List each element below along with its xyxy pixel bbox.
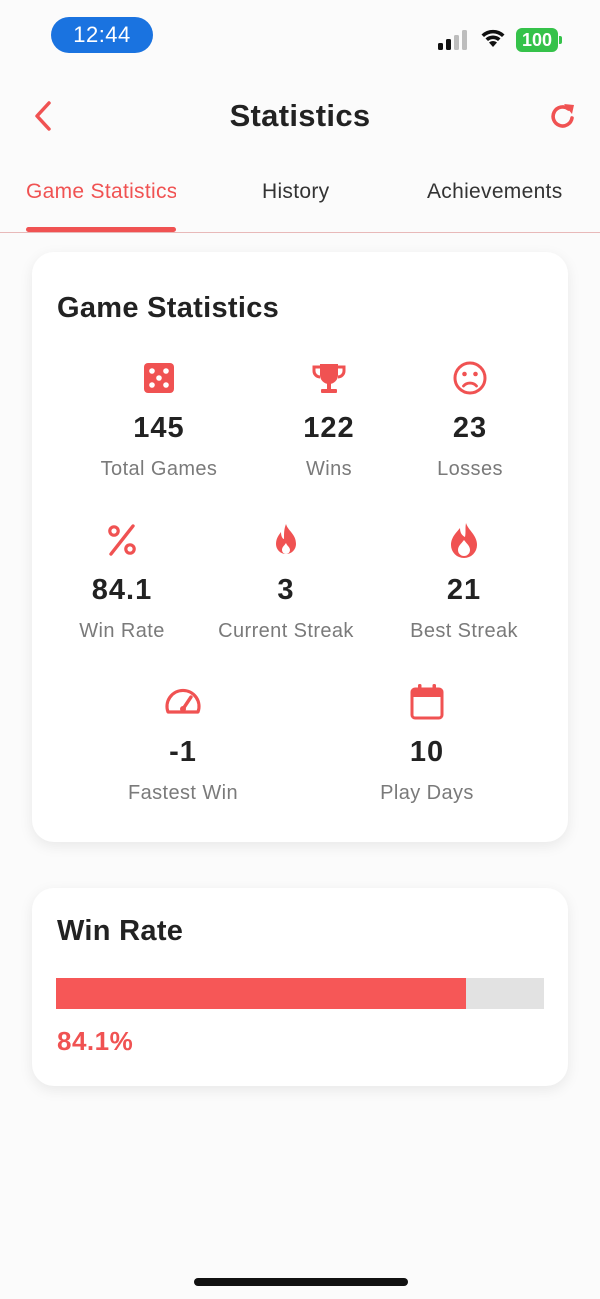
stat-label: Win Rate [79,620,165,642]
tab-bar: Game Statistics History Achievements [0,160,600,233]
stat-value: 3 [277,574,295,606]
stat-win-rate: 84.1 Win Rate [37,520,207,643]
app-header: Statistics [0,80,600,152]
game-statistics-title: Game Statistics [57,292,280,324]
stat-label: Play Days [380,782,474,804]
stat-total-games: 145 Total Games [74,358,244,481]
stat-value: 21 [446,574,482,606]
game-statistics-card: Game Statistics 145 Total Games 122 Wins [32,252,568,842]
tab-game-statistics[interactable]: Game Statistics [26,180,176,220]
fire-icon [276,524,296,554]
stat-label: Total Games [100,458,218,480]
dice-icon [144,363,174,393]
calendar-icon [410,684,444,720]
stat-label: Best Streak [410,620,518,642]
stat-label: Current Streak [218,620,354,642]
battery-indicator: 100 [516,28,562,52]
stat-value: -1 [169,736,197,768]
stat-best-streak: 21 Best Streak [379,520,549,643]
stat-label: Losses [437,458,503,480]
status-bar: 12:44 100 [0,0,600,70]
stat-losses: 23 Losses [385,358,555,481]
stat-fastest-win: -1 Fastest Win [98,682,268,805]
cellular-signal-icon [438,30,467,50]
trophy-icon [312,364,346,393]
home-indicator [194,1278,408,1286]
percent-icon [108,524,136,556]
status-time: 12:44 [51,17,153,53]
tab-history[interactable]: History [262,180,352,220]
stat-label: Fastest Win [128,782,238,804]
stat-value: 145 [133,412,185,444]
win-rate-progress-fill [56,978,467,1009]
speedometer-icon [165,688,201,714]
win-rate-card: Win Rate 84.1% [32,888,568,1086]
stat-value: 23 [452,412,488,444]
win-rate-percentage: 84.1% [57,1026,134,1056]
stat-play-days: 10 Play Days [342,682,512,805]
stat-value: 10 [409,736,445,768]
wifi-icon [481,29,505,47]
stat-current-streak: 3 Current Streak [201,520,371,643]
stat-value: 84.1 [91,574,153,606]
active-tab-indicator [26,227,176,232]
win-rate-progress-bar [56,978,544,1009]
sad-face-icon [453,361,487,395]
page-title: Statistics [229,98,371,133]
win-rate-title: Win Rate [57,915,184,947]
refresh-icon[interactable] [546,98,580,134]
tab-achievements[interactable]: Achievements [427,180,587,220]
flame-icon [451,523,477,558]
